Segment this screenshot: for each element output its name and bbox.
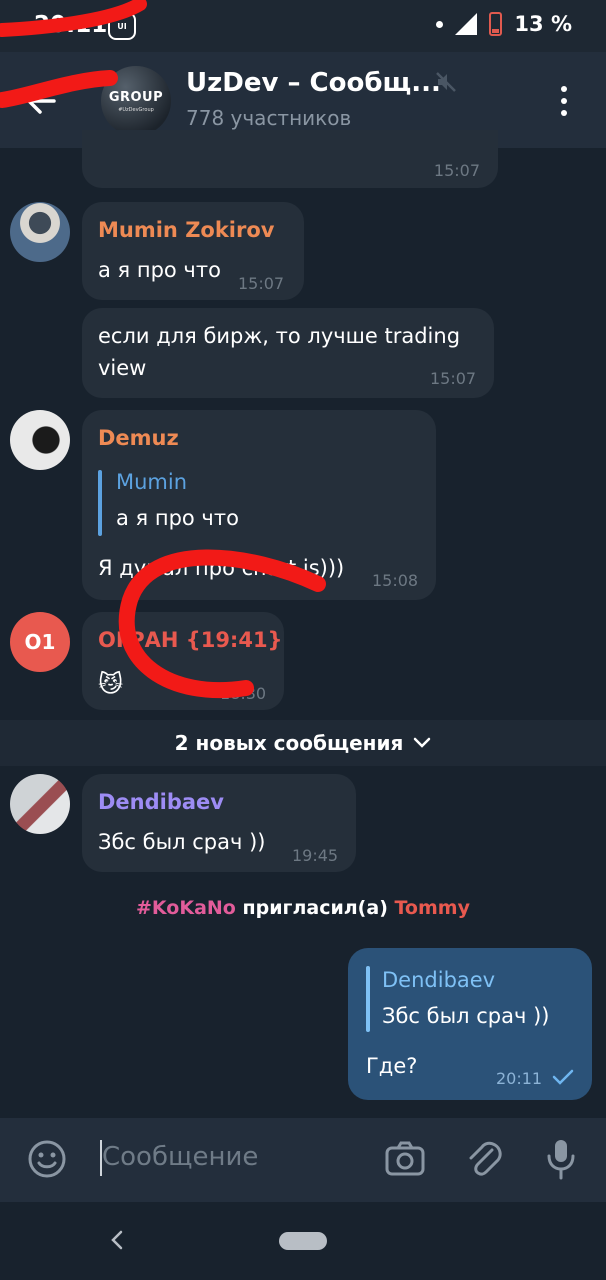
notification-dot-icon — [436, 20, 444, 28]
reply-sender[interactable]: Mumin — [116, 470, 187, 494]
service-message: #KoKaNo пригласил(а) Tommy — [0, 897, 606, 919]
battery-icon — [489, 12, 503, 36]
avatar-mumin-zokirov[interactable] — [10, 202, 70, 262]
avatar-dendibaev[interactable] — [10, 774, 70, 834]
message-text: Я думал про chart.js))) — [98, 556, 345, 580]
message-time: 20:11 — [496, 1069, 543, 1088]
message-text: а я про что — [98, 258, 221, 282]
message-time: 15:07 — [238, 274, 285, 293]
reply-sender[interactable]: Dendibaev — [382, 968, 495, 992]
message-composer — [0, 1118, 606, 1202]
message-bubble-partial[interactable]: 15:07 — [82, 130, 498, 188]
more-options-icon[interactable] — [552, 86, 576, 116]
group-avatar[interactable]: GROUP #UzDevGroup — [101, 66, 171, 136]
muted-icon — [436, 72, 456, 92]
chevron-down-icon — [414, 737, 431, 748]
status-indicators: 13 % — [436, 12, 572, 36]
new-messages-divider[interactable]: 2 новых сообщения — [0, 720, 606, 766]
message-text-line-1: если для бирж, то лучше trading — [98, 324, 461, 348]
attach-icon[interactable] — [466, 1138, 502, 1178]
avatar-demuz[interactable] — [10, 410, 70, 470]
camera-icon[interactable] — [384, 1140, 426, 1178]
message-time: 19:45 — [292, 846, 339, 865]
message-time: 15:07 — [430, 369, 477, 388]
message-text-line-2: view — [98, 356, 147, 380]
group-avatar-label: GROUP — [108, 89, 164, 105]
message-input[interactable] — [102, 1142, 372, 1172]
back-arrow-icon[interactable] — [24, 84, 58, 118]
reply-text[interactable]: Збс был срач )) — [382, 1004, 549, 1028]
message-text: Где? — [366, 1054, 418, 1078]
reply-text[interactable]: а я про что — [116, 506, 239, 530]
reply-bar — [366, 966, 370, 1032]
message-bubble[interactable]: Demuz Mumin а я про что Я думал про char… — [82, 410, 436, 600]
service-actor[interactable]: #KoKaNo — [136, 897, 236, 919]
message-time: 15:08 — [372, 571, 419, 590]
nav-back-icon[interactable] — [108, 1226, 126, 1254]
chat-title[interactable]: UzDev – Сообщ... — [186, 68, 441, 98]
status-bar: 20:11 UI 13 % — [0, 0, 606, 52]
message-sender[interactable]: ОГРАН {19:41} — [98, 628, 283, 652]
reply-bar — [98, 470, 102, 536]
app-notification-icon: UI — [108, 12, 136, 40]
new-messages-label: 2 новых сообщения — [174, 731, 404, 755]
avatar-initials-text: O1 — [24, 630, 56, 654]
battery-percent: 13 % — [514, 12, 572, 36]
message-bubble[interactable]: если для бирж, то лучше trading view 15:… — [82, 308, 494, 398]
service-action: пригласил(а) — [235, 897, 395, 919]
message-sender[interactable]: Mumin Zokirov — [98, 218, 274, 242]
message-text: Збс был срач )) — [98, 830, 266, 854]
avatar-initials[interactable]: O1 — [10, 612, 70, 672]
sent-check-icon — [552, 1069, 574, 1085]
emoji-icon[interactable] — [28, 1140, 66, 1178]
message-bubble[interactable]: ОГРАН {19:41} 😼 18:30 — [82, 612, 284, 710]
member-count: 778 участников — [186, 106, 352, 130]
microphone-icon[interactable] — [545, 1138, 577, 1180]
message-sender[interactable]: Dendibaev — [98, 790, 224, 814]
system-nav-bar — [0, 1202, 606, 1280]
message-bubble[interactable]: Dendibaev Збс был срач )) 19:45 — [82, 774, 356, 872]
message-emoji: 😼 — [98, 670, 124, 698]
message-time: 18:30 — [220, 684, 267, 703]
group-avatar-sublabel: #UzDevGroup — [118, 106, 154, 113]
message-sender[interactable]: Demuz — [98, 426, 179, 450]
status-time: 20:11 — [34, 12, 108, 38]
outgoing-message-bubble[interactable]: Dendibaev Збс был срач )) Где? 20:11 — [348, 948, 592, 1100]
nav-home-pill[interactable] — [279, 1232, 327, 1250]
signal-icon — [455, 13, 478, 35]
service-target[interactable]: Tommy — [395, 897, 470, 919]
message-bubble[interactable]: Mumin Zokirov а я про что 15:07 — [82, 202, 304, 300]
message-time: 15:07 — [433, 161, 480, 180]
